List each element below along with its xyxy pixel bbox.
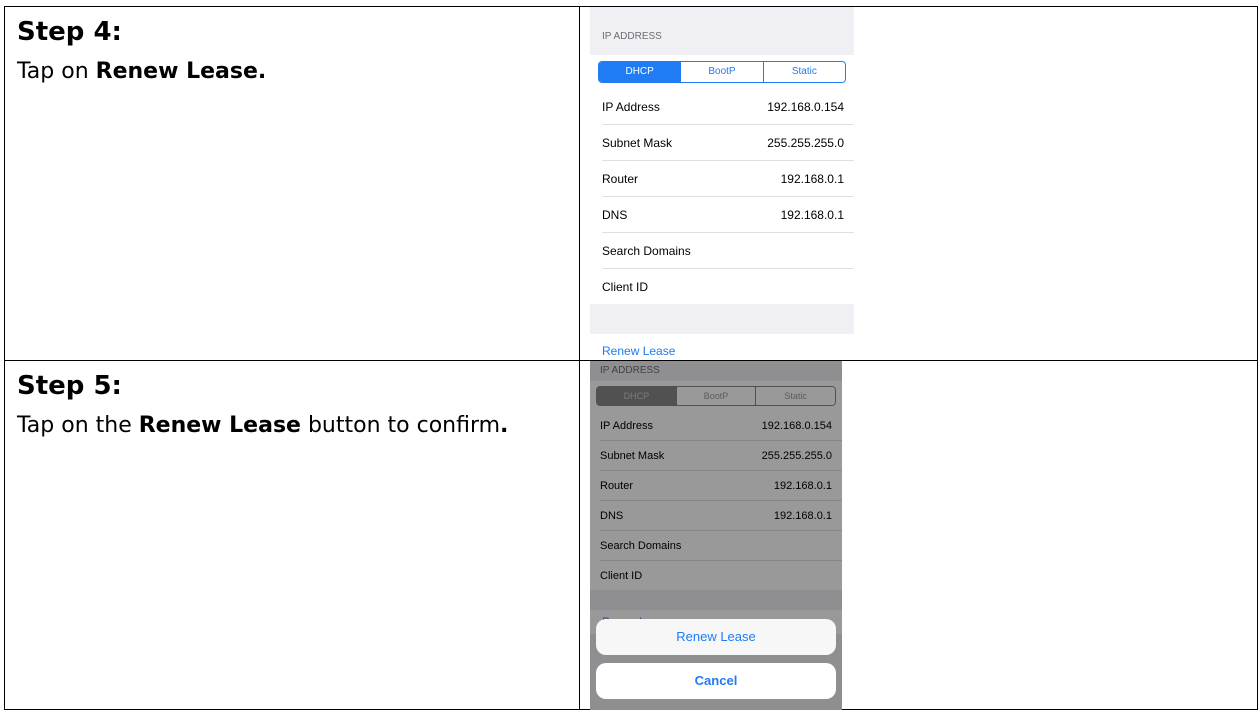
instructions-table: Step 4: Tap on Renew Lease. IP ADDRESS D… [4,6,1258,710]
row-label: Router [602,171,639,186]
dns-row[interactable]: DNS 192.168.0.1 [602,197,854,233]
row-value: 192.168.0.1 [780,171,844,186]
table-row: Step 4: Tap on Renew Lease. IP ADDRESS D… [4,6,1258,361]
step-title: Step 4: [17,17,122,47]
ip-address-row: IP Address 192.168.0.154 [602,89,854,125]
instruction-text: Tap on [17,59,96,84]
subnet-mask-row: Subnet Mask 255.255.255.0 [602,125,854,161]
row-value: 192.168.0.154 [767,99,844,114]
table-row: Step 5: Tap on the Renew Lease button to… [4,360,1258,710]
instruction-bold: Renew Lease. [95,59,267,84]
row-label: IP Address [602,99,660,114]
step-title: Step 5: [17,371,122,401]
group-spacer [590,304,854,334]
row-label: DNS [602,207,628,222]
step-instruction: Tap on Renew Lease. [17,55,567,89]
row-label: Client ID [602,279,649,294]
instruction-bold: Renew Lease [138,413,301,438]
client-id-row[interactable]: Client ID [602,269,854,304]
settings-group: DHCP BootP Static IP Address 192.168.0.15… [590,55,854,304]
step-instruction: Tap on the Renew Lease button to confirm… [17,409,567,443]
row-label: Search Domains [602,243,691,258]
router-row: Router 192.168.0.1 [602,161,854,197]
segment-bootp[interactable]: BootP [680,62,763,82]
modal-dim-overlay [590,361,842,710]
row-label: Subnet Mask [602,135,673,150]
section-header: IP ADDRESS [602,31,662,42]
segment-static[interactable]: Static [762,62,845,82]
segment-dhcp[interactable]: DHCP [599,62,681,82]
renew-lease-button[interactable]: Renew Lease [590,334,854,359]
search-domains-row[interactable]: Search Domains [602,233,854,269]
step-5: Step 5: Tap on the Renew Lease button to… [5,361,579,451]
instruction-text: Tap on the [17,413,139,438]
ios-network-screen-dimmed: IP ADDRESS DHCP BootP Static IP Address 1… [590,361,842,710]
step-cell: Step 5: Tap on the Renew Lease button to… [4,360,580,710]
row-value: 255.255.255.0 [767,135,844,150]
row-value: 192.168.0.1 [780,207,844,222]
step-4: Step 4: Tap on Renew Lease. [5,7,579,97]
ip-mode-segmented-control: DHCP BootP Static [598,61,846,83]
step-cell: Step 4: Tap on Renew Lease. [4,6,580,361]
cancel-button[interactable]: Cancel [596,663,836,699]
instruction-text-suffix: button to confirm [300,413,501,438]
confirm-renew-lease-button[interactable]: Renew Lease [596,619,836,655]
instruction-end-bold: . [500,413,509,438]
segment-wrapper: DHCP BootP Static [590,55,854,89]
screenshot-cell: IP ADDRESS DHCP BootP Static IP Address 1… [579,360,1258,710]
screenshot-cell: IP ADDRESS DHCP BootP Static IP Address 1… [579,6,1258,361]
ios-network-screen: IP ADDRESS DHCP BootP Static IP Address 1… [590,7,854,359]
